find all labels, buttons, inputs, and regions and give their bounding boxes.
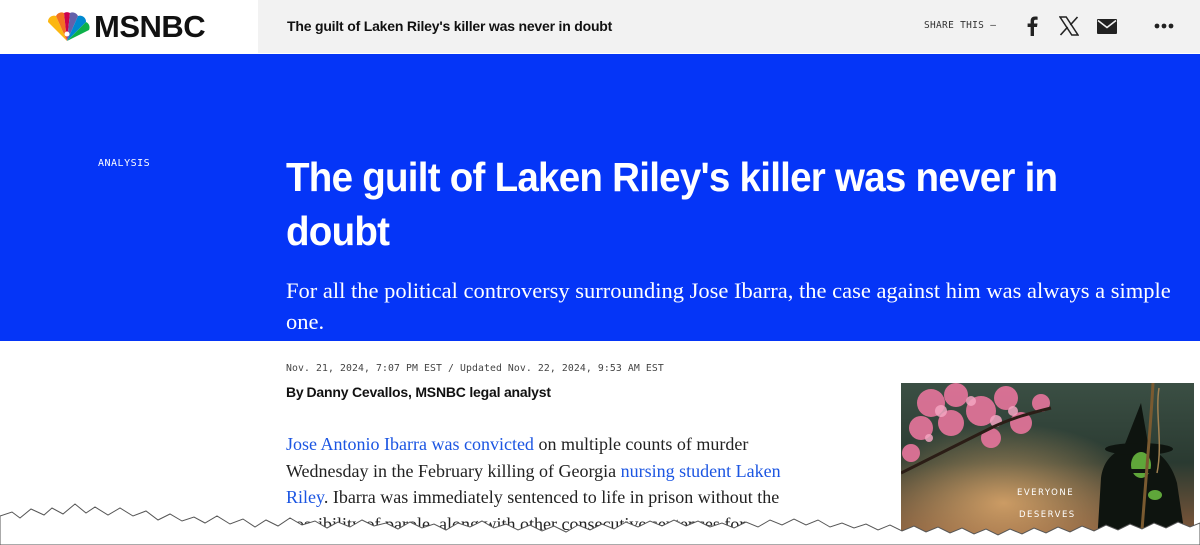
header-title-strip: The guilt of Laken Riley's killer was ne… <box>258 0 1200 53</box>
header-article-title: The guilt of Laken Riley's killer was ne… <box>287 18 613 34</box>
logo-wordmark: MSNBC <box>94 8 206 44</box>
facebook-share-button[interactable] <box>1018 12 1046 40</box>
torn-paper-edge <box>0 503 1200 545</box>
x-icon <box>1059 16 1079 36</box>
email-share-button[interactable] <box>1093 12 1121 40</box>
article-headline: The guilt of Laken Riley's killer was ne… <box>286 154 1058 254</box>
conviction-link[interactable]: Jose Antonio Ibarra was convicted <box>286 434 534 454</box>
article-eyebrow[interactable]: ANALYSIS <box>98 158 150 169</box>
peacock-icon <box>47 11 90 41</box>
article-hero: ANALYSIS The guilt of Laken Riley's kill… <box>0 54 1200 341</box>
mail-icon <box>1097 18 1117 34</box>
msnbc-logo[interactable]: MSNBC <box>0 0 258 53</box>
more-options-button[interactable] <box>1150 12 1178 40</box>
byline-author[interactable]: Danny Cevallos, MSNBC legal analyst <box>307 384 552 400</box>
article-byline: By Danny Cevallos, MSNBC legal analyst <box>286 384 551 400</box>
article-dateline: Nov. 21, 2024, 7:07 PM EST / Updated Nov… <box>286 363 664 374</box>
more-icon <box>1154 23 1174 29</box>
share-label: SHARE THIS — <box>924 20 997 31</box>
article-dek: For all the political controversy surrou… <box>286 278 1171 334</box>
byline-prefix: By <box>286 384 304 400</box>
facebook-icon <box>1027 16 1038 36</box>
x-share-button[interactable] <box>1055 12 1083 40</box>
site-header: MSNBC The guilt of Laken Riley's killer … <box>0 0 1200 53</box>
